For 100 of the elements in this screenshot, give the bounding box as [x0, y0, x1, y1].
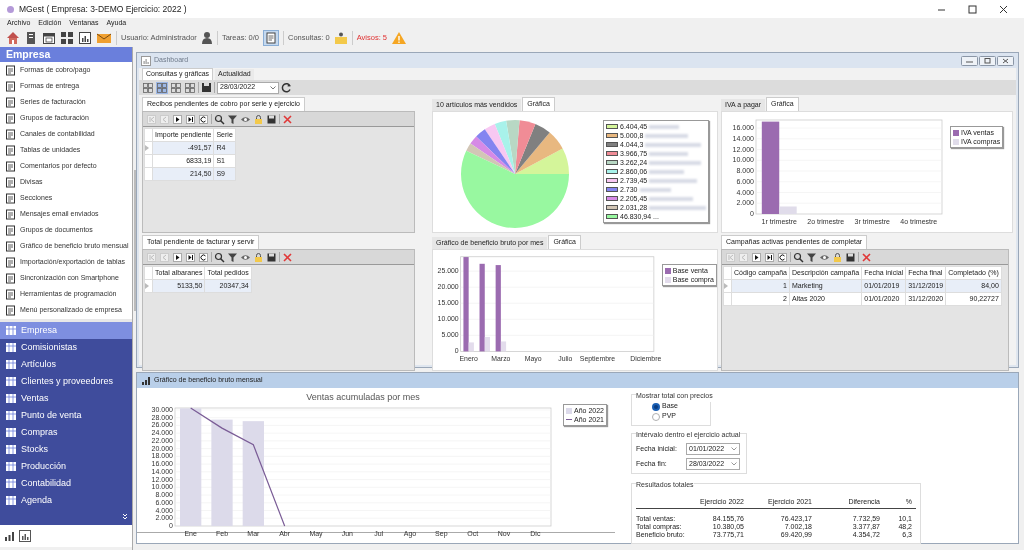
last-record-icon[interactable]	[764, 251, 775, 263]
search-icon[interactable]	[793, 251, 804, 263]
filter-icon[interactable]	[227, 113, 238, 125]
module-label: Empresa	[21, 323, 57, 337]
refresh-icon[interactable]	[198, 113, 209, 125]
search-icon[interactable]	[214, 113, 225, 125]
row-pointer-icon	[145, 145, 149, 151]
last-record-icon[interactable]	[185, 113, 196, 125]
last-record-icon[interactable]	[185, 251, 196, 263]
document-icon	[5, 160, 16, 172]
save-icon[interactable]	[201, 82, 212, 93]
search-icon[interactable]	[214, 251, 225, 263]
bar-chart-icon	[141, 375, 151, 386]
blurred-text	[649, 205, 707, 210]
refresh-icon[interactable]	[777, 251, 788, 263]
filter-icon[interactable]	[806, 251, 817, 263]
maximize-icon[interactable]	[968, 4, 977, 14]
calendar-icon[interactable]	[42, 30, 56, 45]
module-label: Artículos	[21, 357, 56, 371]
layout-grid-icon[interactable]	[142, 81, 154, 94]
refresh-icon[interactable]	[281, 82, 292, 93]
window-title: MGest ( Empresa: 3-DEMO Ejercicio: 2022 )	[19, 2, 187, 16]
blurred-text	[649, 151, 689, 156]
module-label: Agenda	[21, 493, 53, 507]
grid-icon	[5, 393, 17, 404]
chart-icon	[141, 55, 151, 66]
blurred-text	[649, 124, 680, 129]
layout-grid-icon[interactable]	[170, 81, 182, 94]
module-label: Stocks	[21, 442, 48, 456]
refresh-icon[interactable]	[198, 251, 209, 263]
next-record-icon[interactable]	[172, 113, 183, 125]
module-item[interactable]: Punto de venta	[0, 407, 132, 424]
module-label: Compras	[21, 425, 58, 439]
document-icon	[5, 208, 16, 220]
grid-icon	[5, 495, 17, 506]
grid-icon	[5, 342, 17, 353]
module-item[interactable]: Producción	[0, 458, 132, 475]
filter-icon[interactable]	[227, 251, 238, 263]
module-label: Ventas	[21, 391, 49, 405]
module-item[interactable]: Contabilidad	[0, 475, 132, 492]
module-item[interactable]: Clientes y proveedores	[0, 373, 132, 390]
delete-icon[interactable]	[282, 113, 293, 125]
grid-icon	[5, 444, 17, 455]
grid-icon	[5, 461, 17, 472]
document-icon	[5, 224, 16, 236]
blurred-text	[639, 187, 671, 192]
module-label: Comisionistas	[21, 340, 78, 354]
blurred-text	[645, 133, 689, 138]
home-icon[interactable]	[6, 30, 20, 45]
grid-icon	[5, 410, 17, 421]
grid-icon	[5, 325, 17, 336]
document-icon	[5, 304, 16, 316]
next-record-icon[interactable]	[751, 251, 762, 263]
folder-icon[interactable]	[333, 30, 348, 45]
document-icon	[5, 128, 16, 140]
module-label: Producción	[21, 459, 67, 473]
layout-grid-icon[interactable]	[156, 81, 168, 94]
module-item[interactable]: Compras	[0, 424, 132, 441]
delete-icon[interactable]	[861, 251, 872, 263]
module-item[interactable]: Artículos	[0, 356, 132, 373]
grid-icon	[5, 359, 17, 370]
grid-icon[interactable]	[60, 30, 74, 45]
layout-grid-icon[interactable]	[184, 81, 196, 94]
scrollbar[interactable]	[133, 170, 136, 311]
document-icon	[5, 192, 16, 204]
radio-button[interactable]	[652, 412, 660, 421]
module-label: Clientes y proveedores	[21, 374, 114, 388]
document-icon	[5, 96, 16, 108]
chart-icon[interactable]	[19, 530, 31, 542]
grid-icon	[5, 478, 17, 489]
chart-icon[interactable]	[78, 30, 92, 45]
document-icon	[5, 144, 16, 156]
module-label: Punto de venta	[21, 408, 82, 422]
delete-icon[interactable]	[282, 251, 293, 263]
chevron-down-icon	[270, 85, 276, 90]
document-icon	[5, 80, 16, 92]
module-label: Contabilidad	[21, 476, 72, 490]
module-item[interactable]: Comisionistas	[0, 339, 132, 356]
bar-chart-icon[interactable]	[4, 530, 16, 542]
module-item[interactable]: Stocks	[0, 441, 132, 458]
chevron-down-icon[interactable]	[122, 513, 128, 521]
blurred-text	[645, 142, 702, 147]
radio-button[interactable]	[652, 402, 660, 411]
document-icon	[5, 112, 16, 124]
save-icon[interactable]	[845, 251, 856, 263]
restore-icon[interactable]	[979, 55, 996, 66]
document-icon	[5, 240, 16, 252]
close-icon[interactable]	[999, 4, 1008, 14]
document-icon[interactable]	[24, 30, 38, 45]
chevron-down-icon	[731, 447, 737, 451]
user-icon[interactable]	[200, 30, 213, 45]
document-icon	[5, 288, 16, 300]
tasks-icon[interactable]	[263, 29, 279, 46]
chart-title: Ventas acumuladas por mes	[306, 392, 420, 402]
save-icon[interactable]	[266, 113, 277, 125]
module-item[interactable]: Ventas	[0, 390, 132, 407]
save-icon[interactable]	[266, 251, 277, 263]
module-item[interactable]: Agenda	[0, 492, 132, 509]
next-record-icon[interactable]	[172, 251, 183, 263]
document-icon	[5, 272, 16, 284]
